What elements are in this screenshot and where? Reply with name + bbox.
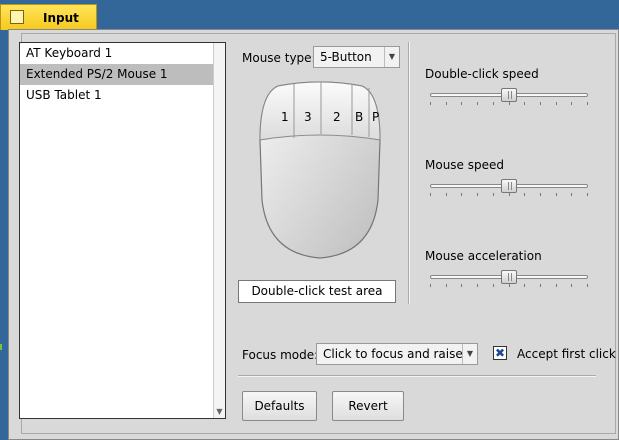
slider-tick	[445, 284, 447, 287]
double-click-test-area[interactable]: Double-click test area	[238, 280, 396, 303]
device-list[interactable]: AT Keyboard 1 Extended PS/2 Mouse 1 USB Ta…	[19, 42, 226, 419]
horizontal-divider	[238, 375, 596, 377]
mouse-button-label: B	[355, 110, 363, 124]
mouse-acceleration-label: Mouse acceleration	[425, 249, 542, 263]
slider-handle[interactable]	[501, 179, 517, 193]
slider-tick	[524, 193, 526, 196]
slider-tick	[555, 193, 557, 196]
slider-tick	[445, 193, 447, 196]
slider-tick	[430, 102, 431, 105]
slider-tick	[524, 102, 526, 105]
slider-ticks	[430, 193, 588, 196]
slider-tick	[430, 284, 431, 287]
accept-first-click-checkbox[interactable]: ✖	[493, 346, 507, 360]
slider-tick	[461, 284, 463, 287]
slider-tick	[445, 102, 447, 105]
checkmark-icon: ✖	[494, 346, 506, 360]
slider-tick	[555, 284, 557, 287]
revert-button[interactable]: Revert	[332, 391, 404, 421]
desktop-fragment	[0, 344, 2, 350]
mouse-diagram[interactable]: 1 3 2 B P	[258, 80, 382, 260]
slider-ticks	[430, 284, 588, 287]
slider-ticks	[430, 102, 588, 105]
slider-tick	[571, 102, 573, 105]
slider-tick	[477, 284, 479, 287]
slider-tick	[539, 193, 541, 196]
mouse-acceleration-slider[interactable]	[430, 270, 588, 284]
device-list-item[interactable]: AT Keyboard 1	[20, 43, 225, 64]
slider-tick	[477, 102, 479, 105]
mouse-type-label: Mouse type:	[242, 51, 316, 65]
focus-mode-dropdown[interactable]: Click to focus and raise ▼	[316, 343, 478, 365]
window-icon	[10, 10, 24, 24]
double-click-speed-label: Double-click speed	[425, 67, 539, 81]
slider-tick	[508, 102, 510, 105]
slider-tick	[555, 102, 557, 105]
slider-tick	[461, 102, 463, 105]
double-click-speed-slider[interactable]	[430, 88, 588, 102]
slider-tick	[524, 284, 526, 287]
defaults-button[interactable]: Defaults	[242, 391, 317, 421]
input-preferences-window: AT Keyboard 1 Extended PS/2 Mouse 1 USB Ta…	[8, 29, 619, 440]
vertical-divider	[408, 42, 410, 304]
slider-tick	[539, 102, 541, 105]
mouse-type-dropdown[interactable]: 5-Button ▼	[313, 46, 400, 68]
chevron-down-icon: ▼	[384, 47, 399, 67]
mouse-button-label: P	[372, 110, 379, 124]
focus-mode-label: Focus mode:	[242, 348, 319, 362]
accept-first-click-label: Accept first click	[517, 347, 616, 361]
tab-input[interactable]: Input	[0, 4, 97, 30]
slider-tick	[492, 102, 494, 105]
device-list-items: AT Keyboard 1 Extended PS/2 Mouse 1 USB Ta…	[20, 43, 225, 106]
chevron-down-icon: ▼	[462, 344, 477, 364]
slider-tick	[477, 193, 479, 196]
mouse-type-value: 5-Button	[320, 50, 372, 64]
slider-tick	[539, 284, 541, 287]
mouse-speed-label: Mouse speed	[425, 158, 505, 172]
mouse-speed-slider[interactable]	[430, 179, 588, 193]
device-list-item[interactable]: Extended PS/2 Mouse 1	[20, 64, 225, 85]
slider-tick	[587, 284, 588, 287]
slider-tick	[430, 193, 431, 196]
device-list-scrollbar[interactable]: ▼	[213, 43, 225, 418]
mouse-button-label: 2	[333, 110, 341, 124]
slider-tick	[492, 284, 494, 287]
slider-tick	[571, 284, 573, 287]
mouse-button-label: 3	[304, 110, 312, 124]
device-list-item[interactable]: USB Tablet 1	[20, 85, 225, 106]
slider-tick	[587, 193, 588, 196]
slider-handle[interactable]	[501, 88, 517, 102]
mouse-button-label: 1	[281, 110, 289, 124]
slider-tick	[587, 102, 588, 105]
slider-tick	[492, 193, 494, 196]
tab-title: Input	[43, 11, 79, 25]
scroll-down-arrow-icon[interactable]: ▼	[214, 407, 225, 416]
focus-mode-value: Click to focus and raise	[323, 347, 463, 361]
slider-tick	[508, 284, 510, 287]
slider-tick	[508, 193, 510, 196]
slider-tick	[461, 193, 463, 196]
slider-handle[interactable]	[501, 270, 517, 284]
slider-tick	[571, 193, 573, 196]
